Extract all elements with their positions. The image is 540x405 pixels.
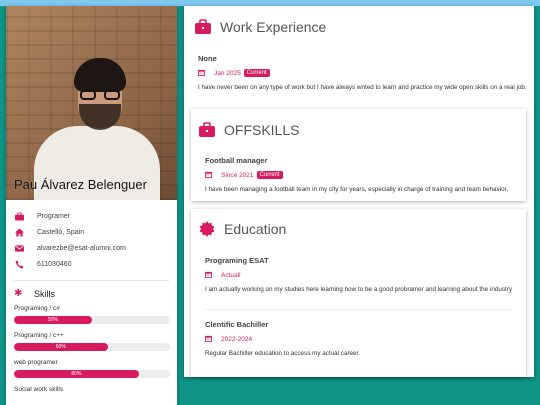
briefcase-icon: [14, 211, 24, 221]
envelope-icon: [14, 243, 24, 253]
skill-label: Social work skills: [14, 386, 64, 393]
skills-list: Programing / c# 50% Programing / c++ 60%…: [6, 305, 177, 393]
contact-location: Castelló, Spain: [14, 224, 177, 240]
calendar-icon: [205, 171, 213, 179]
education-heading: Education: [198, 220, 286, 238]
section-title: OFFSKILLS: [224, 122, 300, 138]
entry-title: Clentific Bachiller: [205, 320, 269, 329]
section-title: Work Experience: [220, 19, 327, 35]
skill-progress-bar: 60%: [14, 343, 170, 351]
home-icon: [14, 227, 24, 237]
asterisk-icon: ✱: [14, 288, 23, 299]
entry-date: Jan 2025 Current: [198, 69, 528, 77]
education-card: Education Programing ESAT Actuall I am a…: [191, 209, 526, 377]
skill-progress-fill: 80%: [14, 370, 139, 378]
skill-label: Programing / c#: [14, 305, 60, 312]
skill-progress-bar: 50%: [14, 316, 170, 324]
current-badge: Current: [243, 69, 270, 77]
contact-list: Programer Castelló, Spain alvarezbe@esat…: [6, 200, 177, 272]
briefcase-icon: [198, 121, 216, 139]
entry-description: I have been managing a football team in …: [205, 186, 509, 193]
divider: [205, 309, 511, 310]
skill-progress-fill: 50%: [14, 316, 92, 324]
entry-title: None: [198, 54, 217, 63]
work-entry: None Jan 2025 Current I have never been …: [198, 54, 528, 93]
offskills-heading: OFFSKILLS: [198, 121, 299, 139]
main-panel: Work Experience None Jan 2025 Current I …: [184, 6, 534, 377]
entry-title: Programing ESAT: [205, 256, 269, 265]
offskills-card: OFFSKILLS Football manager Since 2021 Cu…: [191, 109, 526, 201]
calendar-icon: [205, 335, 213, 343]
contact-job: Programer: [14, 208, 177, 224]
education-entry: Clentific Bachiller 2022-2024 Regular Ba…: [205, 320, 521, 359]
contact-phone[interactable]: 611030460: [14, 256, 177, 272]
briefcase-icon: [194, 18, 212, 36]
skill-label: Programing / c++: [14, 332, 64, 339]
skills-heading: ✱ Skills: [14, 288, 56, 300]
entry-description: Regular Bachiller education to access my…: [205, 350, 361, 357]
calendar-icon: [205, 271, 213, 279]
skill-label: web programer: [14, 359, 58, 366]
education-entry: Programing ESAT Actuall I am actually wo…: [205, 256, 521, 295]
work-experience-heading: Work Experience: [194, 18, 326, 36]
divider: [14, 280, 169, 281]
profile-name: Pau Álvarez Belenguer: [14, 177, 147, 192]
skill-progress-bar: 80%: [14, 370, 170, 378]
profile-card: Pau Álvarez Belenguer Programer Castelló…: [6, 6, 177, 405]
entry-description: I have never been on any type of work bu…: [198, 84, 527, 91]
calendar-icon: [198, 69, 206, 77]
offskills-entry: Football manager Since 2021 Current I ha…: [205, 156, 517, 195]
current-badge: Current: [256, 171, 283, 179]
contact-email[interactable]: alvarezbe@esat-alumni.com: [14, 240, 177, 256]
entry-description: I am actually working on my studies here…: [205, 286, 512, 293]
badge-icon: [198, 220, 216, 238]
section-title: Education: [224, 221, 287, 237]
entry-title: Football manager: [205, 156, 268, 165]
entry-date: Actuall: [205, 271, 521, 279]
profile-photo: Pau Álvarez Belenguer: [6, 6, 177, 200]
entry-date: 2022-2024: [205, 335, 521, 343]
entry-date: Since 2021 Current: [205, 171, 517, 179]
phone-icon: [14, 259, 24, 269]
skill-progress-fill: 60%: [14, 343, 108, 351]
